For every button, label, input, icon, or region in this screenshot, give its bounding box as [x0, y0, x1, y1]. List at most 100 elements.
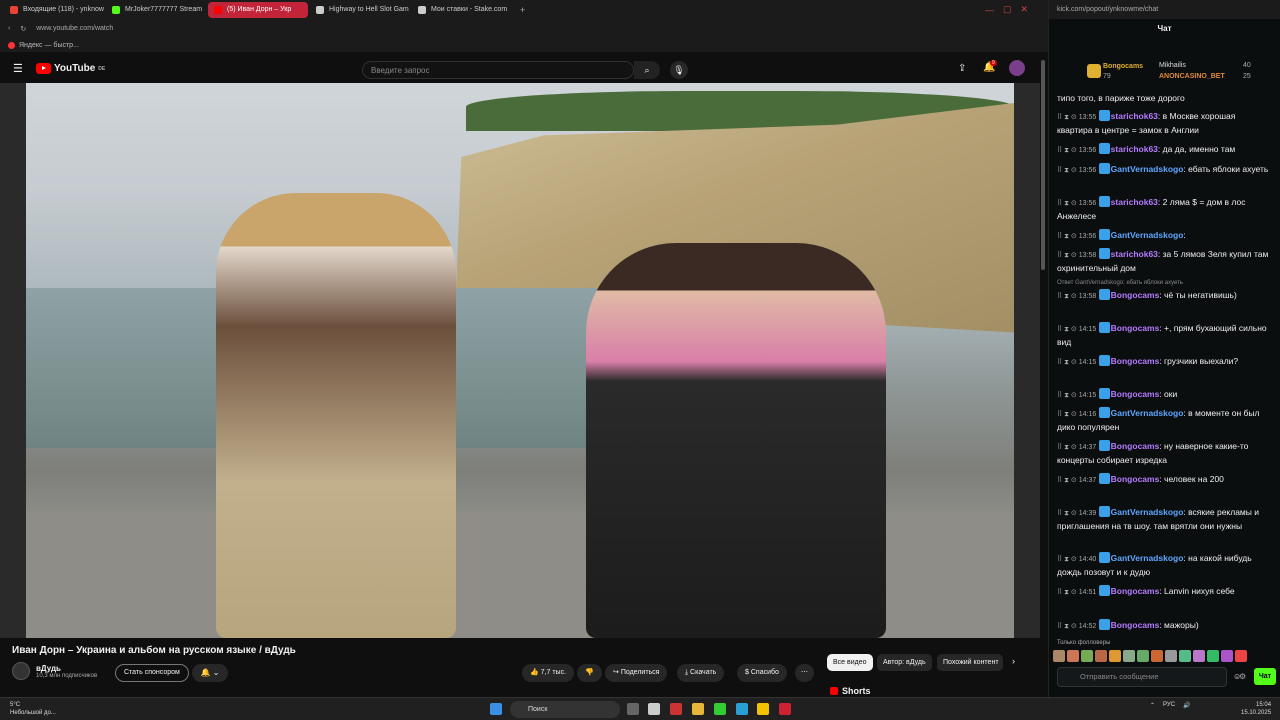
opera-gx-icon[interactable] [779, 703, 791, 715]
bookmark-yandex[interactable]: Яндекс — быстр... [19, 42, 79, 49]
tab-1[interactable]: MrJoker7777777 Stream [106, 2, 206, 18]
message-username[interactable]: GantVernadskogo [1111, 164, 1184, 174]
mic-icon[interactable]: 🎙 [670, 61, 688, 79]
telegram-icon[interactable] [736, 703, 748, 715]
close-icon[interactable]: ✕ [1021, 4, 1029, 15]
upload-icon[interactable]: ⇪ [958, 63, 966, 74]
tab-4[interactable]: Мои ставки - Stake.com [412, 2, 512, 18]
message-controls-icon[interactable]: ⠿ ⧗ ⊙ [1057, 147, 1079, 154]
message-username[interactable]: Bongocams [1111, 389, 1160, 399]
like-button[interactable]: 👍 7,7 тыс. [522, 664, 575, 682]
emote-icon[interactable] [1151, 650, 1163, 662]
emote-icon[interactable] [1137, 650, 1149, 662]
task-view-icon[interactable] [627, 703, 639, 715]
minimize-icon[interactable]: — [985, 5, 994, 15]
search-input[interactable]: Введите запрос [362, 61, 634, 79]
message-controls-icon[interactable]: ⠿ ⧗ ⊙ [1057, 293, 1079, 300]
message-controls-icon[interactable]: ⠿ ⧗ ⊙ [1057, 167, 1079, 174]
chat-send-button[interactable]: Чат [1254, 668, 1276, 685]
avatar[interactable] [1009, 60, 1025, 76]
message-controls-icon[interactable]: ⠿ ⧗ ⊙ [1057, 444, 1079, 451]
message-controls-icon[interactable]: ⠿ ⧗ ⊙ [1057, 510, 1079, 517]
emote-icon[interactable] [1207, 650, 1219, 662]
leader-1-name[interactable]: Bongocams [1103, 63, 1143, 70]
message-username[interactable]: Bongocams [1111, 586, 1160, 596]
message-controls-icon[interactable]: ⠿ ⧗ ⊙ [1057, 200, 1079, 207]
channel-name[interactable]: вДудь [36, 664, 97, 673]
notes-icon[interactable] [757, 703, 769, 715]
taskbar-search[interactable]: Поиск [510, 701, 620, 718]
emote-icon[interactable] [1053, 650, 1065, 662]
chip-similar[interactable]: Похожий контент [937, 654, 1003, 671]
message-controls-icon[interactable]: ⠿ ⧗ ⊙ [1057, 114, 1079, 121]
share-button[interactable]: ↪ Поделиться [605, 664, 668, 682]
message-username[interactable]: Bongocams [1111, 323, 1160, 333]
download-button[interactable]: ⤓ Скачать [677, 664, 725, 682]
emote-icon[interactable] [1221, 650, 1233, 662]
message-controls-icon[interactable]: ⠿ ⧗ ⊙ [1057, 589, 1079, 596]
settings-icon[interactable]: ⚙ [1239, 672, 1246, 681]
chip-all[interactable]: Все видео [827, 654, 873, 671]
back-icon[interactable]: ‹ [8, 25, 10, 32]
message-controls-icon[interactable]: ⠿ ⧗ ⊙ [1057, 411, 1079, 418]
emote-icon[interactable] [1109, 650, 1121, 662]
message-username[interactable]: GantVernadskogo [1111, 507, 1184, 517]
yandex-browser-icon[interactable] [648, 703, 660, 715]
url-field[interactable]: www.youtube.com/watch [36, 25, 113, 32]
more-actions-button[interactable]: ⋯ [795, 664, 814, 682]
emote-icon[interactable] [1235, 650, 1247, 662]
tab-3[interactable]: Highway to Hell Slot Gam [310, 2, 410, 18]
chevron-right-icon[interactable]: › [1012, 656, 1015, 666]
leader-2-name[interactable]: Mikhailis [1159, 62, 1186, 69]
message-username[interactable]: Bongocams [1111, 356, 1160, 366]
message-username[interactable]: GantVernadskogo [1111, 553, 1184, 563]
explorer-icon[interactable] [692, 703, 704, 715]
video-player[interactable] [26, 83, 1014, 638]
page-scrollbar[interactable] [1041, 60, 1045, 270]
leader-3-name[interactable]: ANONCASINO_BET [1159, 73, 1225, 80]
emote-icon[interactable] [1095, 650, 1107, 662]
emote-icon[interactable] [1067, 650, 1079, 662]
chat-url[interactable]: kick.com/popout/ynknowme/chat [1057, 6, 1158, 13]
sponsor-button[interactable]: Стать спонсором [115, 664, 189, 682]
message-controls-icon[interactable]: ⠿ ⧗ ⊙ [1057, 326, 1079, 333]
menu-icon[interactable]: ☰ [13, 62, 23, 75]
message-controls-icon[interactable]: ⠿ ⧗ ⊙ [1057, 233, 1079, 240]
message-username[interactable]: Bongocams [1111, 474, 1160, 484]
search-icon[interactable]: ⌕ [634, 61, 660, 79]
chat-input[interactable]: Отправить сообщение [1057, 667, 1227, 687]
message-username[interactable]: starichok63 [1111, 197, 1158, 207]
volume-icon[interactable]: 🔊 [1183, 702, 1190, 709]
message-controls-icon[interactable]: ⠿ ⧗ ⊙ [1057, 252, 1079, 259]
youtube-logo[interactable]: YouTube DE [36, 63, 105, 74]
tab-2[interactable]: (5) Иван Дорн – Укр [208, 1, 308, 18]
message-username[interactable]: starichok63 [1111, 111, 1158, 121]
message-controls-icon[interactable]: ⠿ ⧗ ⊙ [1057, 556, 1079, 563]
subscribe-bell-button[interactable]: 🔔 ⌄ [192, 664, 228, 682]
message-username[interactable]: Bongocams [1111, 441, 1160, 451]
maximize-icon[interactable]: ▢ [1003, 4, 1012, 15]
chrome-icon[interactable] [714, 703, 726, 715]
emote-icon[interactable] [1123, 650, 1135, 662]
message-username[interactable]: Bongocams [1111, 290, 1160, 300]
new-tab-icon[interactable]: + [520, 5, 525, 15]
message-username[interactable]: starichok63 [1111, 144, 1158, 154]
emote-icon[interactable] [1193, 650, 1205, 662]
clock[interactable]: 15:04 15.10.2025 [1241, 701, 1271, 717]
message-controls-icon[interactable]: ⠿ ⧗ ⊙ [1057, 477, 1079, 484]
thanks-button[interactable]: $ Спасибо [737, 664, 787, 682]
emote-icon[interactable] [1165, 650, 1177, 662]
message-controls-icon[interactable]: ⠿ ⧗ ⊙ [1057, 623, 1079, 630]
tray-chevron-icon[interactable]: ⌃ [1150, 702, 1155, 709]
language-indicator[interactable]: РУС [1163, 702, 1175, 709]
emote-icon[interactable] [1081, 650, 1093, 662]
channel-avatar[interactable] [12, 662, 30, 680]
message-controls-icon[interactable]: ⠿ ⧗ ⊙ [1057, 392, 1079, 399]
emote-icon[interactable] [1179, 650, 1191, 662]
message-username[interactable]: starichok63 [1111, 249, 1158, 259]
message-username[interactable]: GantVernadskogo [1111, 230, 1184, 240]
start-icon[interactable] [490, 703, 502, 715]
message-username[interactable]: GantVernadskogo [1111, 408, 1184, 418]
tab-0[interactable]: Входящие (118) - ynknow [4, 2, 104, 18]
opera-icon[interactable] [670, 703, 682, 715]
